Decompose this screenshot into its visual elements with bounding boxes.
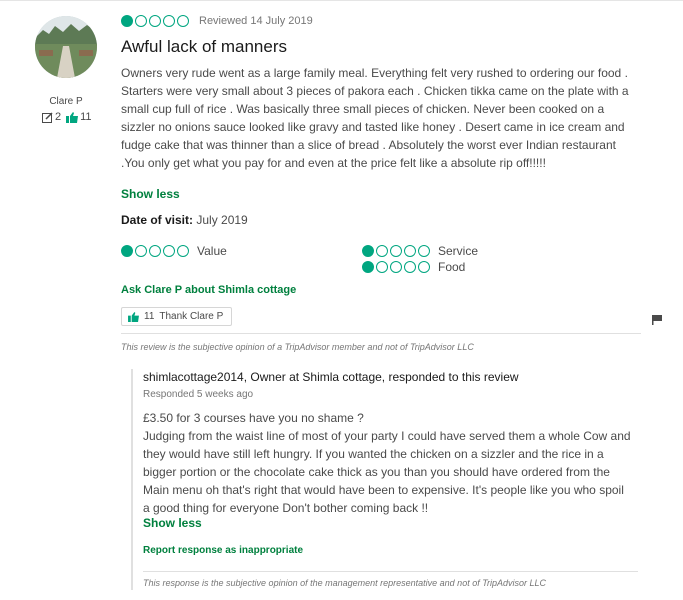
reviewer-stats: 2 11 [42,111,92,123]
subrating-food: Food [362,260,465,274]
thank-count: 11 [144,311,155,322]
bubble-icon [376,245,388,257]
bubble-icon [163,15,175,27]
subrating-bubbles [121,245,189,257]
rating-bubbles [121,15,189,27]
reviewer-avatar[interactable] [35,16,97,78]
report-flag-icon[interactable] [652,312,662,330]
bubble-icon [418,245,430,257]
bubble-icon [390,261,402,273]
review-disclaimer: This review is the subjective opinion of… [121,342,474,352]
bubble-icon [362,261,374,273]
contributions-icon [42,111,53,123]
responder-line: shimlacottage2014, Owner at Shimla cotta… [143,370,519,384]
subrating-service: Service [362,244,478,258]
subrating-label: Food [438,260,466,274]
bubble-icon [121,245,133,257]
thank-label: Thank Clare P [159,311,224,322]
response-paragraph: Judging from the waist line of most of y… [143,429,631,515]
bubble-icon [177,15,189,27]
response-body: £3.50 for 3 courses have you no shame ? … [143,409,633,517]
bubble-icon [121,15,133,27]
date-of-visit-value: July 2019 [196,213,248,227]
response-divider [143,571,638,572]
show-less-link[interactable]: Show less [121,187,180,201]
subrating-value: Value [121,244,227,258]
review-date: Reviewed 14 July 2019 [199,15,313,27]
date-of-visit-label: Date of visit: [121,213,194,227]
ask-reviewer-link[interactable]: Ask Clare P about Shimla cottage [121,284,296,296]
response-line: £3.50 for 3 courses have you no shame ? [143,411,364,425]
bubble-icon [390,245,402,257]
date-of-visit: Date of visit: July 2019 [121,213,248,227]
subrating-bubbles [362,245,430,257]
subrating-bubbles [362,261,430,273]
response-disclaimer: This response is the subjective opinion … [143,578,547,588]
bubble-icon [149,15,161,27]
thank-button[interactable]: 11 Thank Clare P [121,307,233,326]
bubble-icon [404,245,416,257]
bubble-icon [362,245,374,257]
reviewer-name[interactable]: Clare P [0,96,132,107]
review-divider [121,333,641,334]
bubble-icon [163,245,175,257]
contributions-count: 2 [55,111,62,123]
responded-date: Responded 5 weeks ago [143,389,254,400]
response-show-less-link[interactable]: Show less [143,516,202,530]
bubble-icon [135,245,147,257]
review-body: Owners very rude went as a large family … [121,66,629,170]
top-divider [0,0,683,1]
bubble-icon [149,245,161,257]
bubble-icon [376,261,388,273]
thumbs-up-icon [66,111,79,123]
thumbs-up-icon [128,311,139,322]
bubble-icon [135,15,147,27]
helpful-votes-count: 11 [80,111,92,123]
bubble-icon [418,261,430,273]
response-indent-bar [131,369,133,590]
bubble-icon [177,245,189,257]
subrating-label: Value [197,244,227,258]
review-title[interactable]: Awful lack of manners [121,37,287,57]
bubble-icon [404,261,416,273]
review-rating-row: Reviewed 14 July 2019 [121,15,313,27]
report-response-link[interactable]: Report response as inappropriate [143,545,303,556]
subrating-label: Service [438,244,479,258]
